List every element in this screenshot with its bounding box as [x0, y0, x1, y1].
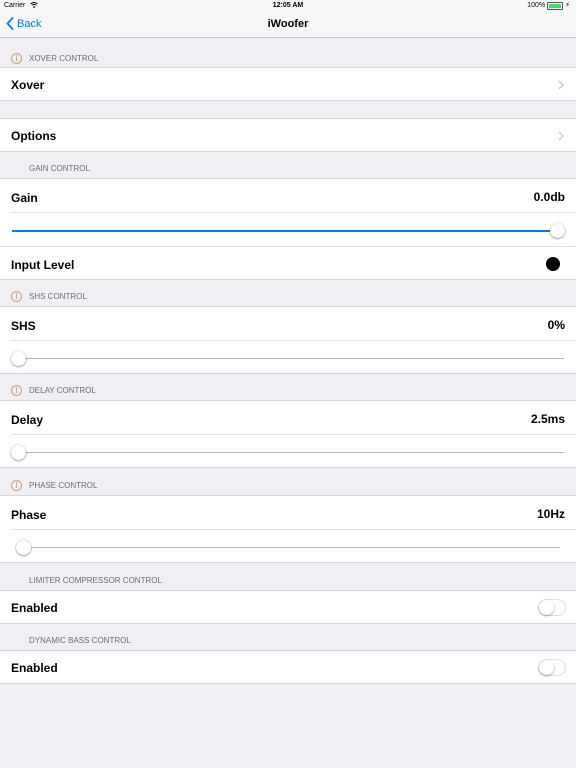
section-header-label: PHASE CONTROL — [29, 481, 98, 490]
limiter-enabled-toggle[interactable] — [538, 599, 566, 616]
delay-group: Delay 2.5ms — [0, 400, 576, 468]
gain-group: Gain 0.0db Input Level — [0, 178, 576, 280]
shs-value: 0% — [547, 318, 565, 332]
slider-thumb[interactable] — [15, 539, 31, 555]
shs-group: SHS 0% — [0, 306, 576, 374]
section-header-dynamic-bass: DYNAMIC BASS CONTROL — [0, 634, 576, 648]
slider-track — [18, 452, 564, 453]
info-icon[interactable]: i — [11, 385, 22, 396]
battery-icon — [547, 2, 564, 10]
slider-track — [23, 547, 560, 548]
phase-value: 10Hz — [536, 507, 565, 521]
phase-label: Phase — [11, 508, 47, 522]
page-title: iWoofer — [267, 18, 309, 30]
toggle-knob — [539, 660, 554, 675]
section-header-delay: i DELAY CONTROL — [0, 384, 576, 398]
section-header-phase: i PHASE CONTROL — [0, 479, 576, 493]
dynamic-bass-enabled-toggle[interactable] — [538, 659, 566, 676]
slider-thumb[interactable] — [10, 444, 26, 460]
charging-icon: ⚡ — [565, 2, 570, 9]
input-level-label: Input Level — [11, 258, 75, 272]
toggle-knob — [539, 600, 554, 615]
options-row[interactable]: Options — [0, 118, 576, 152]
chevron-right-icon — [558, 80, 564, 90]
gain-value: 0.0db — [533, 190, 565, 204]
xover-row[interactable]: Xover — [0, 67, 576, 101]
input-level-indicator — [546, 257, 560, 271]
separator — [11, 434, 576, 435]
status-time: 12:05 AM — [272, 2, 304, 9]
slider-thumb[interactable] — [549, 222, 565, 238]
xover-label: Xover — [11, 78, 45, 92]
section-header-label: DELAY CONTROL — [29, 386, 96, 395]
status-bar: Carrier 12:05 AM 100% ⚡ — [0, 0, 576, 12]
gain-label: Gain — [11, 191, 38, 205]
separator — [11, 212, 576, 213]
info-icon[interactable]: i — [11, 53, 22, 64]
options-label: Options — [11, 129, 57, 143]
info-icon[interactable]: i — [11, 480, 22, 491]
slider-thumb[interactable] — [10, 350, 26, 366]
separator — [11, 340, 576, 341]
chevron-right-icon — [558, 131, 564, 141]
delay-label: Delay — [11, 413, 44, 427]
delay-value: 2.5ms — [530, 412, 565, 426]
section-header-shs: i SHS CONTROL — [0, 290, 576, 304]
phase-group: Phase 10Hz — [0, 495, 576, 563]
separator — [11, 529, 576, 530]
navigation-bar: Back iWoofer — [0, 12, 576, 38]
battery-percent: 100% — [527, 2, 546, 9]
info-icon[interactable]: i — [11, 291, 22, 302]
section-header-label: XOVER CONTROL — [29, 54, 99, 63]
section-header-label: SHS CONTROL — [29, 292, 87, 301]
section-header-label: LIMITER COMPRESSOR CONTROL — [29, 576, 162, 585]
section-header-limiter: LIMITER COMPRESSOR CONTROL — [0, 574, 576, 588]
limiter-row: Enabled — [0, 590, 576, 624]
battery-indicator: 100% ⚡ — [527, 0, 570, 12]
section-header-label: DYNAMIC BASS CONTROL — [29, 636, 131, 645]
slider-fill — [12, 229, 557, 232]
section-header-xover: i XOVER CONTROL — [0, 52, 576, 66]
dynamic-bass-row: Enabled — [0, 650, 576, 684]
section-header-label: GAIN CONTROL — [29, 164, 90, 173]
separator — [0, 246, 576, 247]
slider-track — [18, 358, 564, 359]
shs-label: SHS — [11, 319, 36, 333]
limiter-enabled-label: Enabled — [11, 601, 58, 615]
section-header-gain: GAIN CONTROL — [0, 162, 576, 176]
dynamic-bass-enabled-label: Enabled — [11, 661, 58, 675]
